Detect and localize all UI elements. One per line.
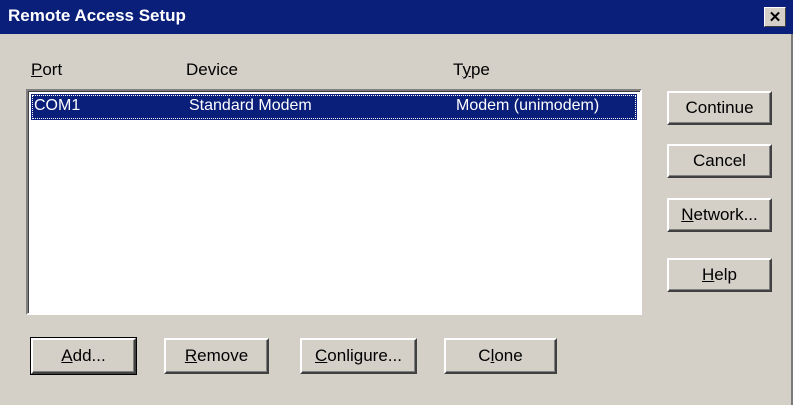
remote-access-setup-dialog: Remote Access Setup ✕ Port Device Type C… [0, 0, 793, 405]
window-title: Remote Access Setup [8, 6, 186, 25]
remove-button[interactable]: Remove [164, 338, 269, 374]
network-button[interactable]: Network... [667, 198, 772, 232]
list-item[interactable]: COM1 Standard Modem Modem (unimodem) [31, 94, 637, 120]
port-list[interactable]: COM1 Standard Modem Modem (unimodem) [26, 89, 642, 315]
cell-device: Standard Modem [189, 97, 312, 114]
add-button[interactable]: Add... [30, 337, 137, 375]
close-icon: ✕ [768, 9, 782, 26]
configure-button[interactable]: Conligure... [300, 338, 417, 374]
title-bar[interactable]: Remote Access Setup ✕ [0, 0, 793, 34]
cell-type: Modem (unimodem) [456, 97, 600, 114]
cancel-button[interactable]: Cancel [667, 144, 772, 178]
cell-port: COM1 [34, 97, 81, 114]
continue-button[interactable]: Continue [667, 91, 772, 125]
column-header-device: Device [186, 60, 238, 79]
close-button[interactable]: ✕ [764, 7, 786, 27]
column-header-port: Port [31, 60, 63, 79]
clone-button[interactable]: Clone [444, 338, 557, 374]
help-button[interactable]: Help [667, 258, 772, 292]
column-header-type: Type [453, 60, 490, 79]
